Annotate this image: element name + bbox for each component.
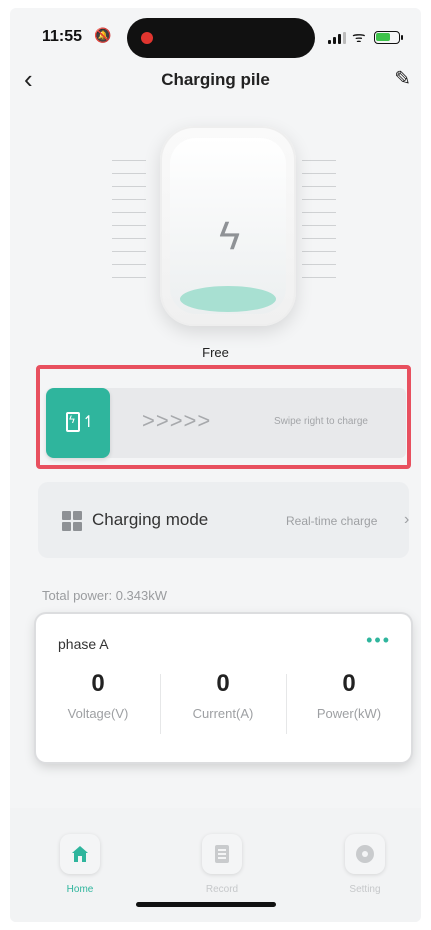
metric-power: 0 Power(kW) — [287, 670, 411, 721]
swipe-charge-handle[interactable]: ϟ ↿ — [46, 388, 110, 458]
status-time: 11:55 — [42, 28, 83, 45]
gear-icon — [345, 834, 385, 874]
grid-icon — [62, 511, 82, 531]
charging-mode-value: Real-time charge — [286, 514, 378, 528]
metric-label: Voltage(V) — [67, 706, 129, 721]
total-power: Total power: 0.343kW — [42, 588, 167, 603]
phase-card: phase A ••• 0 Voltage(V) 0 Current(A) 0 … — [36, 614, 411, 762]
wifi-icon: ᯤ — [352, 29, 366, 46]
charging-mode-label: Charging mode — [92, 510, 209, 529]
tab-record[interactable]: Record — [182, 834, 262, 895]
metric-value: 0 — [216, 670, 230, 697]
page-title: Charging pile — [161, 70, 270, 89]
metric-label: Current(A) — [192, 706, 254, 721]
phone-screen: 11:55 🔕 ᯤ ‹ Charging pile ✎ ϟ Free ϟ ↿ >>… — [10, 8, 421, 922]
pile-status: Free — [202, 345, 229, 360]
tab-label: Home — [66, 884, 94, 895]
total-power-value: 0.343kW — [115, 588, 168, 603]
metric-value: 0 — [342, 670, 356, 697]
more-icon[interactable]: ••• — [366, 630, 391, 651]
swipe-chevrons: >>>>> — [142, 408, 212, 433]
metric-value: 0 — [91, 670, 105, 697]
status-bar: 11:55 🔕 ᯤ — [10, 8, 421, 66]
metric-voltage: 0 Voltage(V) — [36, 670, 160, 721]
total-power-label: Total power: — [42, 588, 113, 603]
charging-mode-row[interactable]: Charging mode Real-time charge › — [38, 482, 409, 558]
metric-current: 0 Current(A) — [161, 670, 285, 721]
edit-icon[interactable]: ✎ — [394, 66, 411, 91]
cellular-signal-icon — [328, 32, 348, 44]
tab-home[interactable]: Home — [40, 834, 120, 895]
tab-label: Setting — [349, 884, 381, 895]
right-tick-marks — [302, 160, 336, 290]
recording-indicator-icon — [141, 32, 153, 44]
pile-base — [180, 286, 276, 312]
home-indicator — [136, 902, 276, 907]
battery-icon — [374, 31, 403, 44]
dynamic-island — [127, 18, 315, 58]
lightning-icon: ϟ — [219, 214, 241, 258]
record-icon — [202, 834, 242, 874]
tab-setting[interactable]: Setting — [325, 834, 405, 895]
silent-bell-icon: 🔕 — [94, 27, 112, 43]
swipe-hint: Swipe right to charge — [274, 416, 368, 427]
phase-label: phase A — [58, 636, 109, 652]
chevron-right-icon: › — [404, 511, 410, 528]
charging-pile-illustration: ϟ — [160, 126, 296, 326]
metric-label: Power(kW) — [316, 706, 382, 721]
home-icon — [60, 834, 100, 874]
left-tick-marks — [112, 160, 146, 290]
charger-icon: ϟ ↿ — [66, 410, 95, 436]
tab-label: Record — [205, 884, 239, 895]
